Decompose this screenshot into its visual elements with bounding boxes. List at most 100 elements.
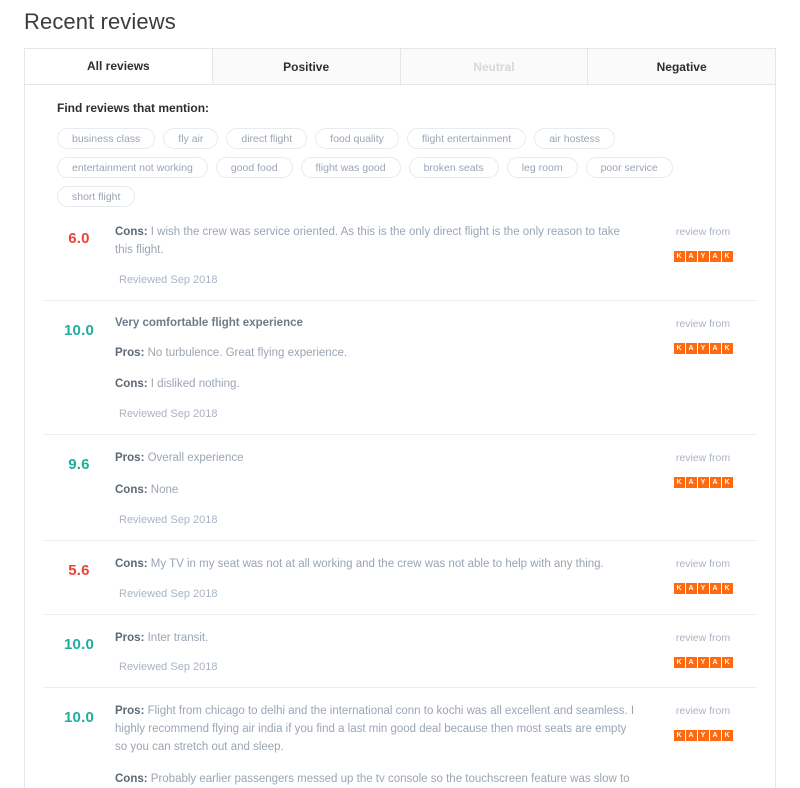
filter-chip[interactable]: direct flight bbox=[226, 128, 307, 149]
review-source: review fromKAYAK bbox=[649, 629, 757, 669]
kayak-logo-letter: A bbox=[710, 251, 721, 262]
review-segment-text: My TV in my seat was not at all working … bbox=[148, 558, 604, 570]
kayak-logo-letter: A bbox=[686, 730, 697, 741]
kayak-logo-letter: K bbox=[722, 251, 733, 262]
review-body: Cons: I wish the crew was service orient… bbox=[115, 223, 649, 286]
tab-positive[interactable]: Positive bbox=[213, 49, 401, 84]
tab-neutral: Neutral bbox=[401, 49, 589, 84]
kayak-logo-letter: A bbox=[710, 657, 721, 668]
filter-section: Find reviews that mention: business clas… bbox=[25, 85, 775, 215]
review-item: 6.0Cons: I wish the crew was service ori… bbox=[43, 215, 757, 300]
kayak-logo-letter: K bbox=[722, 730, 733, 741]
kayak-logo-icon: KAYAK bbox=[674, 583, 733, 594]
review-segment: Cons: Probably earlier passengers messed… bbox=[115, 771, 635, 788]
review-segment: Cons: My TV in my seat was not at all wo… bbox=[115, 556, 635, 574]
review-date: Reviewed Sep 2018 bbox=[115, 408, 635, 420]
review-segment: Pros: Overall experience bbox=[115, 450, 635, 468]
review-segment-label: Cons: bbox=[115, 378, 148, 390]
review-body: Cons: My TV in my seat was not at all wo… bbox=[115, 555, 649, 600]
review-date: Reviewed Sep 2018 bbox=[115, 514, 635, 526]
review-score: 10.0 bbox=[43, 702, 115, 726]
filter-chip[interactable]: flight entertainment bbox=[407, 128, 526, 149]
review-source-label: review from bbox=[649, 452, 757, 464]
review-item: 9.6Pros: Overall experienceCons: NoneRev… bbox=[43, 434, 757, 540]
filter-chip[interactable]: entertainment not working bbox=[57, 157, 208, 178]
filter-chip[interactable]: leg room bbox=[507, 157, 578, 178]
review-source-label: review from bbox=[649, 226, 757, 238]
review-segment-text: I disliked nothing. bbox=[148, 378, 240, 390]
review-item: 5.6Cons: My TV in my seat was not at all… bbox=[43, 540, 757, 614]
review-segment: Cons: None bbox=[115, 482, 635, 500]
review-item: 10.0Pros: Inter transit.Reviewed Sep 201… bbox=[43, 614, 757, 688]
review-segment-text: None bbox=[148, 484, 179, 496]
review-source: review fromKAYAK bbox=[649, 315, 757, 355]
review-source-label: review from bbox=[649, 705, 757, 717]
review-score: 5.6 bbox=[43, 555, 115, 579]
review-source: review from KAYAK bbox=[649, 223, 757, 263]
filter-chip[interactable]: good food bbox=[216, 157, 293, 178]
review-date: Reviewed Sep 2018 bbox=[115, 661, 635, 673]
review-date: Reviewed Sep 2018 bbox=[115, 588, 635, 600]
kayak-logo-letter: K bbox=[674, 657, 685, 668]
page-title: Recent reviews bbox=[24, 9, 176, 35]
review-segment: Cons: I wish the crew was service orient… bbox=[115, 224, 635, 260]
review-source: review fromKAYAK bbox=[649, 702, 757, 742]
kayak-logo-letter: K bbox=[722, 583, 733, 594]
review-source: review from KAYAK bbox=[649, 449, 757, 489]
review-segment-text: No turbulence. Great flying experience. bbox=[144, 347, 347, 359]
kayak-logo-letter: A bbox=[686, 343, 697, 354]
kayak-logo-letter: K bbox=[722, 343, 733, 354]
review-segment-label: Pros: bbox=[115, 632, 144, 644]
filter-chip[interactable]: poor service bbox=[586, 157, 673, 178]
filter-chip[interactable]: fly air bbox=[163, 128, 218, 149]
review-segment-text: I wish the crew was service oriented. As… bbox=[115, 226, 620, 256]
review-body: Pros: Inter transit. Reviewed Sep 2018 bbox=[115, 629, 649, 674]
filter-chip-list: business class fly air direct flight food q… bbox=[57, 128, 747, 207]
tab-negative[interactable]: Negative bbox=[588, 49, 775, 84]
kayak-logo-letter: A bbox=[710, 343, 721, 354]
review-item: 10.0Very comfortable flight experience Pr… bbox=[43, 300, 757, 435]
kayak-logo-letter: K bbox=[674, 343, 685, 354]
reviews-card: All reviewsPositiveNeutralNegative Find … bbox=[24, 48, 776, 788]
reviews-tab-bar: All reviewsPositiveNeutralNegative bbox=[25, 49, 775, 85]
kayak-logo-letter: Y bbox=[698, 657, 709, 668]
kayak-logo-icon: KAYAK bbox=[674, 477, 733, 488]
review-list: 6.0Cons: I wish the crew was service ori… bbox=[25, 215, 775, 788]
review-date: Reviewed Sep 2018 bbox=[115, 274, 635, 286]
tab-all-reviews[interactable]: All reviews bbox=[25, 49, 213, 84]
kayak-logo-letter: K bbox=[674, 251, 685, 262]
kayak-logo-icon: KAYAK bbox=[674, 730, 733, 741]
kayak-logo-icon: KAYAK bbox=[674, 657, 733, 668]
filter-chip[interactable]: flight was good bbox=[301, 157, 401, 178]
kayak-logo-letter: Y bbox=[698, 477, 709, 488]
review-segment: Pros: No turbulence. Great flying experi… bbox=[115, 345, 635, 363]
review-segment-label: Cons: bbox=[115, 226, 148, 238]
kayak-logo-icon: KAYAK bbox=[674, 251, 733, 262]
filter-chip[interactable]: food quality bbox=[315, 128, 399, 149]
review-score: 6.0 bbox=[43, 223, 115, 247]
kayak-logo-letter: K bbox=[674, 583, 685, 594]
review-title: Very comfortable flight experience bbox=[115, 316, 635, 331]
kayak-logo-letter: A bbox=[686, 657, 697, 668]
review-segment-label: Pros: bbox=[115, 705, 144, 717]
filter-chip[interactable]: short flight bbox=[57, 186, 135, 207]
review-segment: Pros: Inter transit. bbox=[115, 630, 635, 648]
review-segment-label: Cons: bbox=[115, 773, 148, 785]
review-source: review from KAYAK bbox=[649, 555, 757, 595]
kayak-logo-letter: A bbox=[686, 251, 697, 262]
review-segment-label: Cons: bbox=[115, 558, 148, 570]
review-segment-text: Inter transit. bbox=[144, 632, 208, 644]
filter-chip[interactable]: broken seats bbox=[409, 157, 499, 178]
kayak-logo-letter: Y bbox=[698, 730, 709, 741]
filter-chip[interactable]: business class bbox=[57, 128, 155, 149]
kayak-logo-letter: K bbox=[722, 657, 733, 668]
review-segment-label: Pros: bbox=[115, 452, 144, 464]
review-segment: Cons: I disliked nothing. bbox=[115, 376, 635, 394]
kayak-logo-letter: K bbox=[722, 477, 733, 488]
kayak-logo-icon: KAYAK bbox=[674, 343, 733, 354]
review-item: 10.0Pros: Flight from chicago to delhi a… bbox=[43, 687, 757, 788]
filter-chip[interactable]: air hostess bbox=[534, 128, 615, 149]
review-score: 10.0 bbox=[43, 315, 115, 339]
review-source-label: review from bbox=[649, 558, 757, 570]
kayak-logo-letter: Y bbox=[698, 343, 709, 354]
